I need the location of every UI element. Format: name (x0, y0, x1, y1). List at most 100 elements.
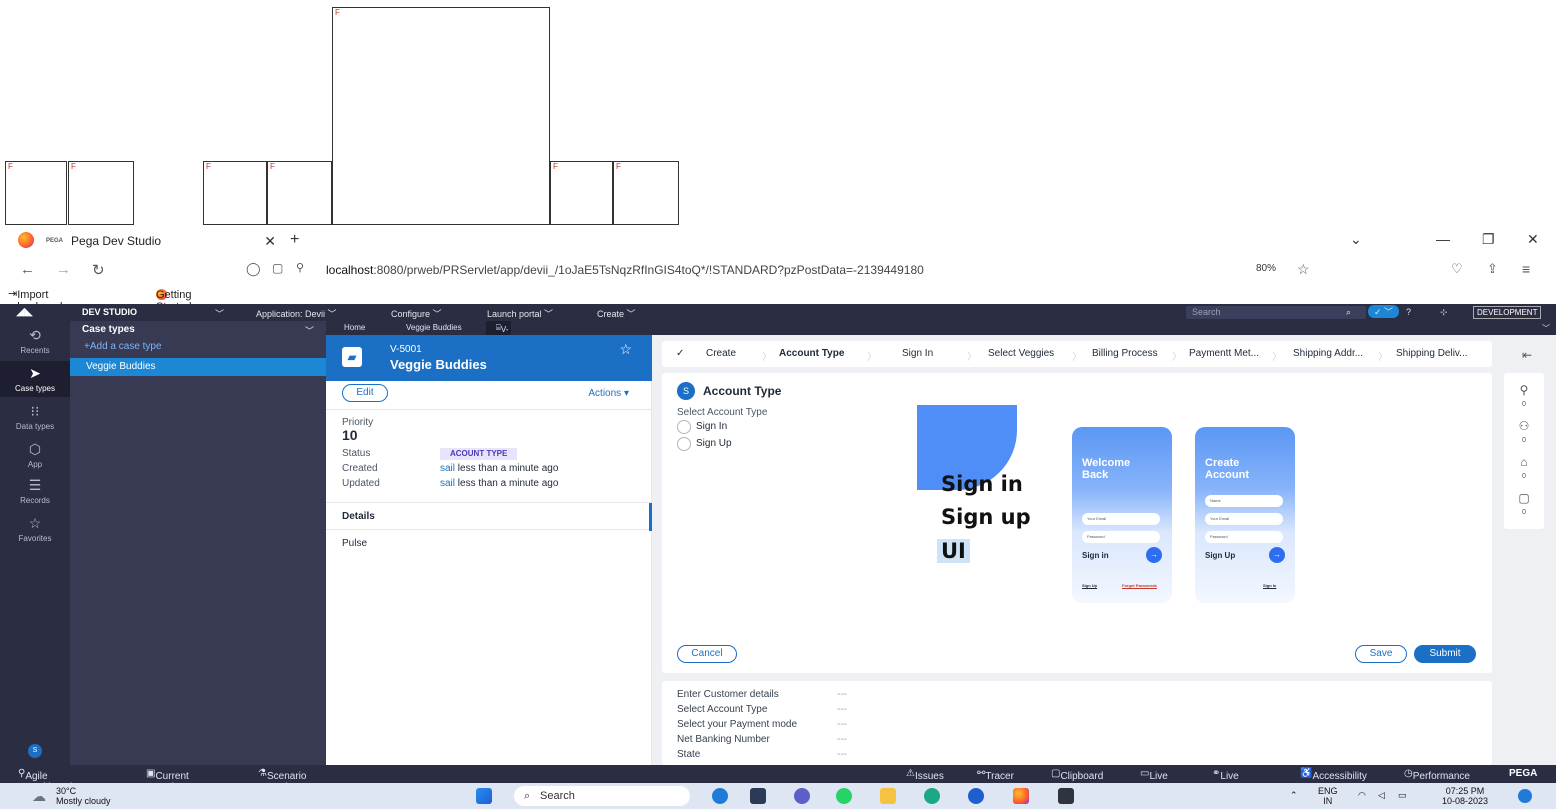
search-input[interactable]: Search (1186, 306, 1366, 319)
restore-icon[interactable]: ❐ (1482, 231, 1495, 248)
volume-icon[interactable]: ◁ (1378, 790, 1385, 800)
battery-icon[interactable]: ▭ (1398, 790, 1407, 800)
actions-menu[interactable]: Actions ▾ (588, 388, 629, 399)
radio-sign-in-label[interactable]: Sign In (696, 421, 727, 432)
rail-item-favorites[interactable]: ☆ Favorites (0, 515, 70, 543)
studio-switcher[interactable]: DEV STUDIO (82, 307, 137, 317)
tab-case[interactable]: ⌸ V-5001 (486, 321, 519, 348)
firefox-icon[interactable] (18, 232, 34, 248)
browser-tab[interactable]: PEGA Pega Dev Studio ✕ (46, 228, 276, 254)
rail-item-app[interactable]: ⬡ App (0, 441, 70, 469)
rail-item-data-types[interactable]: ⁝⁝ Data types (0, 403, 70, 431)
agile-workbench-button[interactable]: ⚲ Agile Workbench (18, 768, 76, 793)
accessibility-button[interactable]: ♿ Accessibility (1300, 768, 1367, 782)
user-avatar[interactable]: S (28, 744, 42, 758)
operator-icon[interactable]: ⊹ (1440, 307, 1448, 318)
shield-icon[interactable]: ◯ (246, 261, 261, 277)
permissions-icon[interactable]: ⚲ (296, 261, 304, 274)
clock[interactable]: 07:25 PM 10-08-2023 (1442, 786, 1488, 806)
folder-icon[interactable] (880, 788, 896, 804)
stage-shipping-address[interactable]: Shipping Addr... (1293, 348, 1363, 359)
window-close-icon[interactable]: ✕ (1527, 231, 1539, 248)
launch-portal-menu[interactable]: Launch portal ﹀ (487, 307, 553, 320)
stage-billing-process[interactable]: Billing Process (1092, 348, 1158, 359)
terminal-icon[interactable] (1058, 788, 1074, 804)
reload-icon[interactable]: ↻ (92, 261, 105, 279)
tab-veggie-buddies[interactable]: Veggie Buddies (406, 323, 462, 332)
bing-icon[interactable] (712, 788, 728, 804)
windows-start-icon[interactable] (476, 788, 492, 804)
pulse-tab[interactable]: Pulse (342, 538, 367, 549)
radio-sign-up-label[interactable]: Sign Up (696, 438, 732, 449)
whatsapp-icon[interactable] (836, 788, 852, 804)
followers-icon[interactable]: ⚇ (1504, 419, 1544, 433)
stage-shipping-delivery[interactable]: Shipping Deliv... (1396, 348, 1468, 359)
forward-icon[interactable]: → (56, 261, 71, 278)
clipboard-icon[interactable]: ▢ (1504, 491, 1544, 505)
configure-menu[interactable]: Configure ﹀ (391, 307, 442, 320)
taskbar-search[interactable]: ⌕ Search (514, 786, 690, 806)
stage-payment-method[interactable]: Paymentt Met... (1189, 348, 1259, 359)
help-icon[interactable]: ? (1406, 307, 1411, 317)
radio-sign-in[interactable] (677, 420, 691, 434)
firefox-icon[interactable] (1013, 788, 1029, 804)
application-menu[interactable]: Application: Devii ﹀ (256, 307, 337, 320)
language-indicator[interactable]: ENG IN (1318, 786, 1338, 806)
edge-icon[interactable] (924, 788, 940, 804)
weather-icon[interactable]: ☁ (32, 788, 46, 805)
extensions-icon[interactable]: ⇪ (1487, 261, 1498, 277)
close-tab-icon[interactable]: ✕ (264, 233, 276, 250)
current-work-button[interactable]: ▣ Current work (146, 768, 189, 793)
chevron-down-icon[interactable]: ﹀ (1542, 323, 1550, 334)
issues-button[interactable]: ⚠ Issues (906, 768, 944, 782)
weather-widget[interactable]: 30°C Mostly cloudy (56, 786, 111, 806)
details-tab[interactable]: Details (326, 502, 652, 531)
add-case-type-link[interactable]: +Add a case type (84, 341, 162, 352)
stage-select-veggies[interactable]: Select Veggies (988, 348, 1054, 359)
app-icon[interactable] (968, 788, 984, 804)
save-button[interactable]: Save (1355, 645, 1407, 663)
performance-button[interactable]: ◷ Performance (1404, 768, 1470, 782)
file-explorer-icon[interactable] (750, 788, 766, 804)
new-tab-button[interactable]: + (290, 231, 299, 249)
pocket-icon[interactable]: ♡ (1451, 261, 1463, 277)
minimize-icon[interactable]: — (1436, 231, 1450, 247)
back-icon[interactable]: ← (20, 261, 35, 278)
cancel-button[interactable]: Cancel (677, 645, 737, 663)
create-menu[interactable]: Create ﹀ (597, 307, 636, 320)
radio-sign-up[interactable] (677, 437, 691, 451)
url-field[interactable]: localhost:8080/prweb/PRServlet/app/devii… (326, 263, 924, 277)
rail-item-recents[interactable]: ⟲ Recents (0, 327, 70, 355)
teams-icon[interactable] (794, 788, 810, 804)
rail-item-case-types[interactable]: ➤ Case types (0, 361, 70, 397)
live-data-button[interactable]: ⚭ Live Data (1212, 768, 1242, 793)
stage-account-type[interactable]: Account Type (779, 348, 844, 359)
scenario-testing-button[interactable]: ⚗ Scenario Testing (258, 768, 306, 793)
paperclip-icon[interactable]: ⚲ (1504, 383, 1544, 397)
follow-star-icon[interactable]: ☆ (619, 341, 632, 358)
rail-item-records[interactable]: ☰ Records (0, 477, 70, 505)
tab-home[interactable]: Home (344, 323, 365, 332)
zoom-level[interactable]: 80% (1256, 263, 1276, 274)
stage-create[interactable]: Create (706, 348, 736, 359)
case-type-item[interactable]: Veggie Buddies (70, 358, 326, 376)
pega-logo-icon[interactable]: ◢◣ (16, 305, 33, 318)
notification-icon[interactable] (1518, 789, 1532, 803)
tab-list-icon[interactable]: ⌄ (1350, 231, 1362, 248)
bookmark-star-icon[interactable]: ☆ (1297, 261, 1310, 278)
tags-icon[interactable]: ⌂ (1504, 455, 1544, 469)
search-icon[interactable]: ⌕ (1346, 307, 1351, 318)
stage-sign-in[interactable]: Sign In (902, 348, 933, 359)
checkout-icon[interactable]: ✓ ﹀ (1368, 305, 1400, 318)
tracer-button[interactable]: ⚯ Tracer (977, 768, 1014, 782)
updated-user-link[interactable]: sail (440, 478, 455, 489)
collapse-panel-icon[interactable]: ⇤ (1522, 348, 1532, 362)
live-ui-button[interactable]: ▭ Live UI (1140, 768, 1168, 793)
created-user-link[interactable]: sail (440, 463, 455, 474)
tray-overflow-icon[interactable]: ⌃ (1290, 790, 1298, 800)
page-icon[interactable]: ▢ (272, 261, 283, 275)
wifi-icon[interactable]: ◠ (1358, 790, 1366, 800)
edit-button[interactable]: Edit (342, 384, 388, 402)
chevron-down-icon[interactable]: ﹀ (305, 324, 314, 337)
chevron-down-icon[interactable]: ﹀ (215, 307, 224, 320)
